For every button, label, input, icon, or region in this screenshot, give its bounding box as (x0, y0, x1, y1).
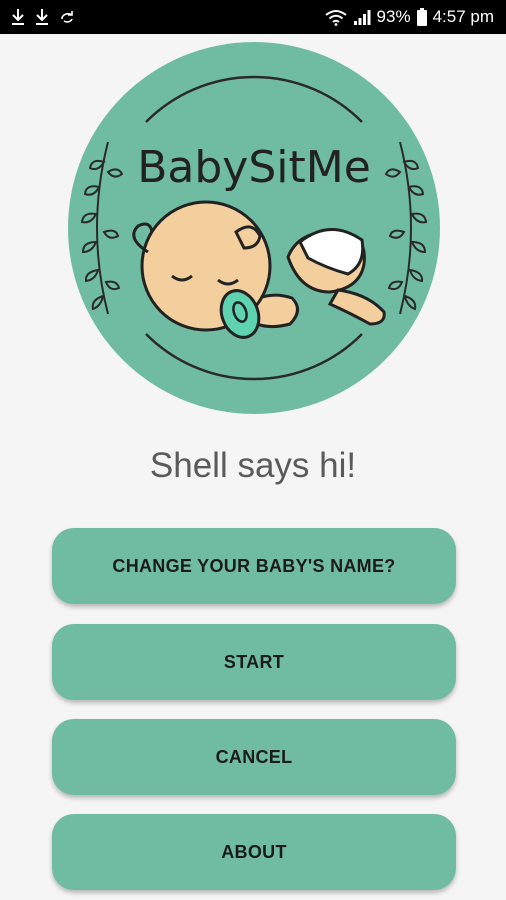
download-icon (34, 8, 50, 26)
logo-title: BabySitMe (137, 142, 371, 193)
greeting-text: Shell says hi! (149, 446, 357, 485)
start-button[interactable]: START (52, 624, 456, 700)
app-logo: BabySitMe (68, 42, 440, 414)
wifi-icon (324, 9, 347, 26)
download-icon (10, 8, 26, 26)
change-baby-name-button[interactable]: CHANGE YOUR BABY'S NAME? (52, 528, 456, 604)
about-button[interactable]: ABOUT (52, 814, 456, 890)
sync-icon (58, 9, 76, 25)
clock: 4:57 pm (432, 7, 494, 26)
signal-icon (353, 9, 371, 25)
battery-percentage: 93% (376, 7, 411, 26)
status-right: 93% 4:57 pm (324, 7, 494, 27)
status-left (10, 8, 76, 26)
status-bar: 93% 4:57 pm (0, 0, 506, 34)
battery-icon (416, 8, 427, 26)
cancel-button[interactable]: CANCEL (52, 719, 456, 795)
